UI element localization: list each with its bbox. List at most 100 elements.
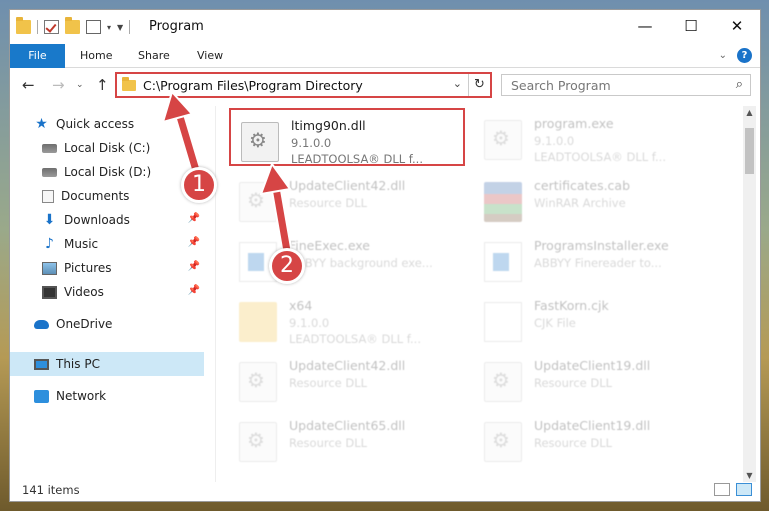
- file-type: WinRAR Archive: [534, 196, 626, 210]
- forward-button[interactable]: →: [52, 76, 65, 94]
- file-tile[interactable]: ProgramsInstaller.exe ABBYY Finereader t…: [474, 230, 714, 288]
- file-name: UpdateClient19.dll: [534, 358, 651, 373]
- pin-icon[interactable]: 📌: [188, 213, 200, 224]
- pin-icon[interactable]: 📌: [188, 285, 200, 296]
- sidebar-item-quick-access[interactable]: ★ Quick access: [10, 112, 204, 136]
- dll-file-icon: [484, 362, 522, 402]
- item-count: 141 items: [22, 483, 80, 497]
- file-tile-highlighted[interactable]: ltimg90n.dll 9.1.0.0 LEADTOOLSA® DLL f..…: [229, 108, 465, 166]
- sidebar-item-documents[interactable]: Documents: [10, 184, 204, 208]
- view-switcher: [714, 483, 752, 496]
- file-tile[interactable]: FastKorn.cjk CJK File: [474, 290, 714, 348]
- chevron-down-icon[interactable]: ▾: [107, 23, 111, 32]
- file-name: UpdateClient19.dll: [534, 418, 651, 433]
- pin-icon[interactable]: 📌: [188, 237, 200, 248]
- file-name: x64: [289, 298, 313, 313]
- address-path[interactable]: C:\Program Files\Program Directory: [143, 78, 363, 93]
- file-description: LEADTOOLSA® DLL f...: [534, 150, 666, 164]
- sidebar-item-local-disk-d[interactable]: Local Disk (D:): [10, 160, 204, 184]
- file-tile[interactable]: UpdateClient42.dll Resource DLL: [229, 170, 469, 228]
- exe-file-icon: [484, 242, 522, 282]
- properties-check-icon[interactable]: [44, 20, 59, 34]
- sidebar-item-label: Quick access: [56, 117, 135, 131]
- tab-view[interactable]: View: [185, 44, 235, 68]
- file-tile[interactable]: x64 9.1.0.0 LEADTOOLSA® DLL f...: [229, 290, 469, 348]
- file-version: 9.1.0.0: [291, 136, 332, 150]
- sidebar-item-local-disk-c[interactable]: Local Disk (C:): [10, 136, 204, 160]
- sidebar-item-label: Documents: [61, 189, 130, 203]
- file-version: 9.1.0.0: [289, 316, 330, 330]
- tab-file[interactable]: File: [10, 44, 65, 68]
- back-button[interactable]: ←: [22, 76, 35, 94]
- chevron-down-icon[interactable]: ⌄: [453, 77, 462, 90]
- disk-icon: [42, 143, 57, 153]
- quick-access-toolbar: ▾ ▼: [16, 17, 131, 36]
- music-icon: ♪: [45, 235, 54, 252]
- sidebar-item-this-pc[interactable]: This PC: [10, 352, 204, 376]
- step-badge-2: 2: [269, 248, 305, 284]
- scroll-up-icon[interactable]: ▲: [743, 108, 756, 117]
- file-icon: [484, 302, 522, 342]
- dll-file-icon: [239, 422, 277, 462]
- pin-icon[interactable]: 📌: [188, 261, 200, 272]
- search-input[interactable]: Search Program: [511, 78, 611, 93]
- toolbar-divider: [37, 20, 38, 34]
- file-tile[interactable]: certificates.cab WinRAR Archive: [474, 170, 714, 228]
- search-box[interactable]: Search Program ⌕: [501, 74, 751, 96]
- file-type: ABBYY background exe...: [289, 256, 433, 270]
- refresh-button[interactable]: ↻: [468, 74, 490, 96]
- scroll-thumb[interactable]: [745, 128, 754, 174]
- file-name: FineExec.exe: [289, 238, 370, 253]
- tiles-view-icon[interactable]: [736, 483, 752, 496]
- sidebar-item-onedrive[interactable]: OneDrive: [10, 312, 204, 336]
- file-name: UpdateClient42.dll: [289, 178, 406, 193]
- search-icon[interactable]: ⌕: [736, 77, 743, 92]
- minimize-button[interactable]: —: [622, 10, 668, 42]
- file-name: UpdateClient65.dll: [289, 418, 406, 433]
- tab-home[interactable]: Home: [68, 44, 124, 68]
- vertical-scrollbar[interactable]: ▲ ▼: [743, 106, 756, 482]
- sidebar-item-videos[interactable]: Videos 📌: [10, 280, 204, 304]
- computer-icon: [34, 358, 49, 370]
- sidebar-item-music[interactable]: ♪ Music 📌: [10, 232, 204, 256]
- sidebar-item-label: Pictures: [64, 261, 112, 275]
- file-version: 9.1.0.0: [534, 134, 575, 148]
- file-tile[interactable]: UpdateClient19.dll Resource DLL: [474, 410, 714, 468]
- file-tile[interactable]: program.exe 9.1.0.0 LEADTOOLSA® DLL f...: [474, 108, 714, 166]
- sidebar-item-label: Music: [64, 237, 99, 251]
- file-type: ABBYY Finereader to...: [534, 256, 662, 270]
- recent-locations-icon[interactable]: ⌄: [76, 80, 84, 90]
- maximize-button[interactable]: ☐: [668, 10, 714, 42]
- address-bar[interactable]: C:\Program Files\Program Directory ⌄ ↻: [115, 72, 492, 98]
- up-button[interactable]: ↑: [96, 76, 109, 94]
- expand-ribbon-icon[interactable]: ⌄: [719, 50, 727, 61]
- window-controls: — ☐ ✕: [622, 10, 760, 42]
- file-tile[interactable]: UpdateClient19.dll Resource DLL: [474, 350, 714, 408]
- customize-icon[interactable]: [86, 20, 101, 34]
- tab-share[interactable]: Share: [126, 44, 182, 68]
- folder-icon: [122, 77, 136, 91]
- help-icon[interactable]: ?: [737, 48, 752, 63]
- dll-file-icon: [484, 120, 522, 160]
- sidebar-item-label: OneDrive: [56, 317, 113, 331]
- file-name: FastKorn.cjk: [534, 298, 609, 313]
- file-list: ltimg90n.dll 9.1.0.0 LEADTOOLSA® DLL f..…: [216, 106, 741, 482]
- file-tile[interactable]: UpdateClient65.dll Resource DLL: [229, 410, 469, 468]
- new-folder-icon[interactable]: [65, 17, 80, 34]
- file-type: Resource DLL: [289, 376, 368, 390]
- qat-menu-icon[interactable]: ▼: [117, 23, 123, 32]
- close-button[interactable]: ✕: [714, 10, 760, 42]
- sidebar-item-downloads[interactable]: ⬇ Downloads 📌: [10, 208, 204, 232]
- file-tile[interactable]: FineExec.exe ABBYY background exe...: [229, 230, 469, 288]
- file-type: Resource DLL: [534, 376, 613, 390]
- sidebar-item-pictures[interactable]: Pictures 📌: [10, 256, 204, 280]
- folder-icon: [239, 302, 277, 342]
- details-view-icon[interactable]: [714, 483, 730, 496]
- sidebar-item-network[interactable]: Network: [10, 384, 204, 408]
- file-type: Resource DLL: [534, 436, 613, 450]
- file-tile[interactable]: UpdateClient42.dll Resource DLL: [229, 350, 469, 408]
- dll-file-icon: [239, 362, 277, 402]
- status-bar: 141 items: [10, 479, 760, 501]
- sidebar-item-label: Downloads: [64, 213, 130, 227]
- file-name: certificates.cab: [534, 178, 631, 193]
